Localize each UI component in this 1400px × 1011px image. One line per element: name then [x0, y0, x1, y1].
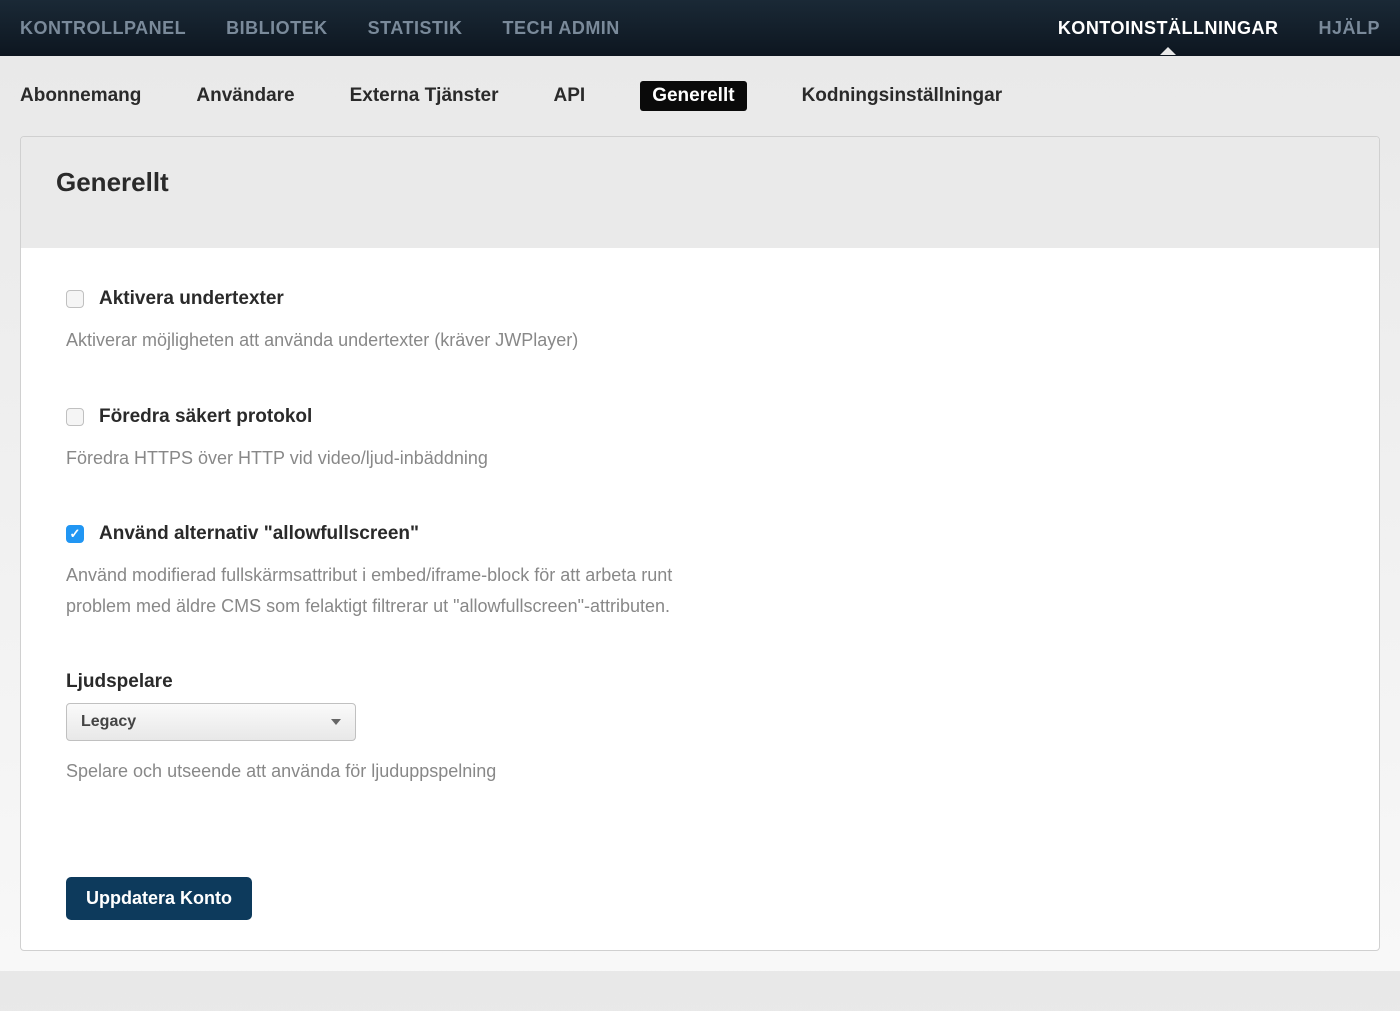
- subnav-generellt[interactable]: Generellt: [640, 81, 746, 111]
- sub-navigation: Abonnemang Användare Externa Tjänster AP…: [0, 56, 1400, 136]
- setting-audio-player: Ljudspelare Legacy Spelare och utseende …: [66, 671, 1334, 787]
- subnav-abonnemang[interactable]: Abonnemang: [20, 85, 141, 107]
- label-audio-player: Ljudspelare: [66, 671, 1334, 693]
- nav-bibliotek[interactable]: BIBLIOTEK: [226, 18, 328, 39]
- label-secure-protocol: Föredra säkert protokol: [99, 406, 312, 428]
- desc-secure-protocol: Föredra HTTPS över HTTP vid video/ljud-i…: [66, 443, 716, 474]
- update-account-button[interactable]: Uppdatera Konto: [66, 877, 252, 920]
- checkbox-secure-protocol[interactable]: [66, 408, 84, 426]
- subnav-api[interactable]: API: [554, 85, 586, 107]
- desc-allow-fullscreen: Använd modifierad fullskärmsattribut i e…: [66, 560, 716, 621]
- select-audio-player-value: Legacy: [81, 713, 136, 731]
- nav-kontoinstallningar[interactable]: KONTOINSTÄLLNINGAR: [1058, 18, 1279, 39]
- nav-statistik[interactable]: STATISTIK: [368, 18, 463, 39]
- desc-audio-player: Spelare och utseende att använda för lju…: [66, 756, 716, 787]
- nav-kontrollpanel[interactable]: KONTROLLPANEL: [20, 18, 186, 39]
- setting-secure-protocol: Föredra säkert protokol Föredra HTTPS öv…: [66, 406, 1334, 474]
- label-subtitles: Aktivera undertexter: [99, 288, 284, 310]
- subnav-externa-tjanster[interactable]: Externa Tjänster: [350, 85, 499, 107]
- subnav-kodningsinstallningar[interactable]: Kodningsinställningar: [802, 85, 1003, 107]
- card-header: Generellt: [21, 137, 1379, 248]
- setting-subtitles: Aktivera undertexter Aktiverar möjlighet…: [66, 288, 1334, 356]
- settings-card: Generellt Aktivera undertexter Aktiverar…: [20, 136, 1380, 951]
- card-body: Aktivera undertexter Aktiverar möjlighet…: [21, 248, 1379, 950]
- desc-subtitles: Aktiverar möjligheten att använda undert…: [66, 325, 716, 356]
- subnav-anvandare[interactable]: Användare: [196, 85, 294, 107]
- checkbox-subtitles[interactable]: [66, 290, 84, 308]
- checkbox-allow-fullscreen[interactable]: [66, 525, 84, 543]
- setting-allow-fullscreen: Använd alternativ "allowfullscreen" Anvä…: [66, 523, 1334, 621]
- nav-hjalp[interactable]: HJÄLP: [1318, 18, 1380, 39]
- panel-title: Generellt: [56, 167, 1344, 198]
- top-navigation: KONTROLLPANEL BIBLIOTEK STATISTIK TECH A…: [0, 0, 1400, 56]
- select-audio-player[interactable]: Legacy: [66, 703, 356, 741]
- nav-tech-admin[interactable]: TECH ADMIN: [502, 18, 619, 39]
- chevron-down-icon: [331, 719, 341, 725]
- label-allow-fullscreen: Använd alternativ "allowfullscreen": [99, 523, 419, 545]
